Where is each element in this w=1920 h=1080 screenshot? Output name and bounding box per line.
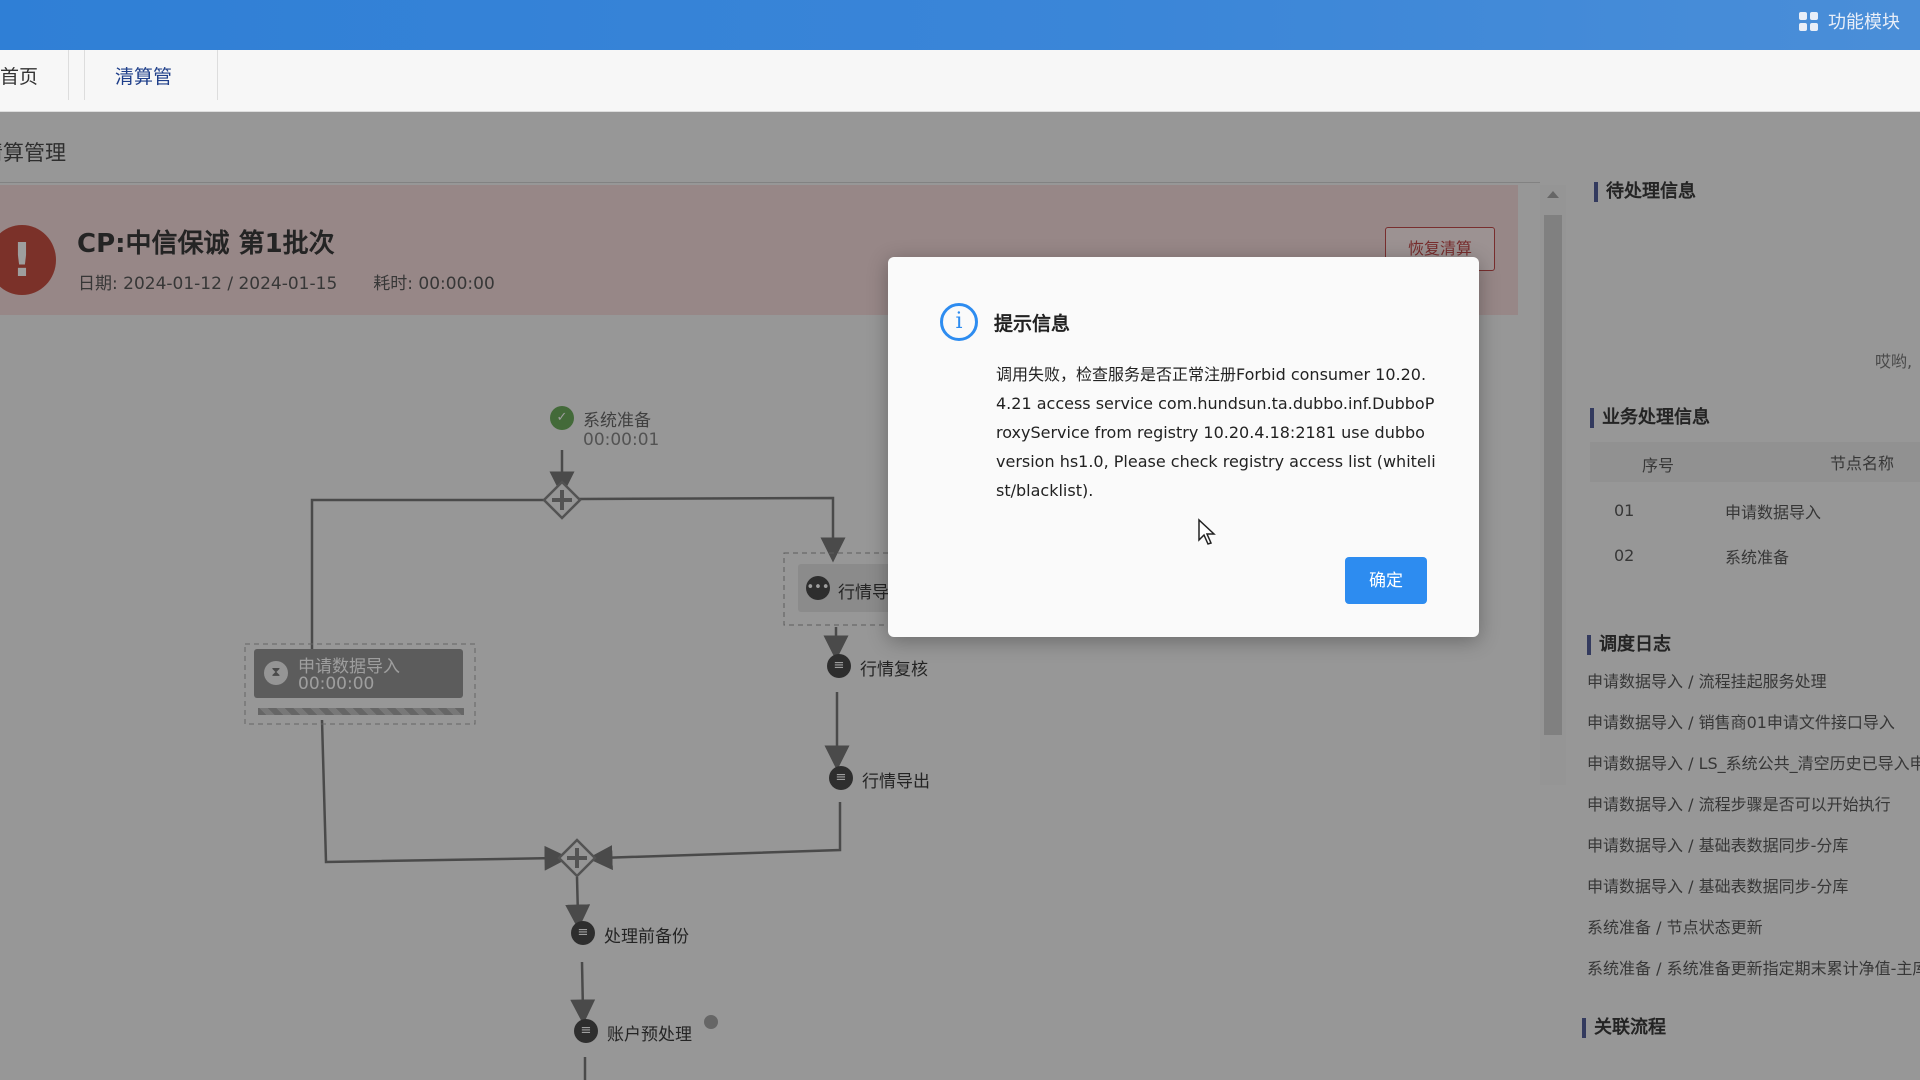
tab-bar: 首页 清算管理 (0, 50, 1920, 143)
tab-home[interactable]: 首页 (0, 50, 70, 100)
top-header-bar: 功能模块 (0, 0, 1920, 50)
confirm-button[interactable]: 确定 (1345, 557, 1427, 604)
info-dialog: i 提示信息 调用失败，检查服务是否正常注册Forbid consumer 10… (888, 257, 1479, 637)
function-modules-label: 功能模块 (1828, 12, 1900, 33)
dialog-message: 调用失败，检查服务是否正常注册Forbid consumer 10.20.4.2… (996, 365, 1436, 500)
grid-icon (1799, 11, 1818, 31)
dialog-title: 提示信息 (994, 313, 1071, 335)
tab-clearing-management[interactable]: 清算管理 (84, 50, 218, 143)
mouse-cursor-icon (1198, 518, 1216, 545)
info-icon: i (940, 303, 978, 341)
function-modules-button[interactable]: 功能模块 (1799, 8, 1900, 34)
